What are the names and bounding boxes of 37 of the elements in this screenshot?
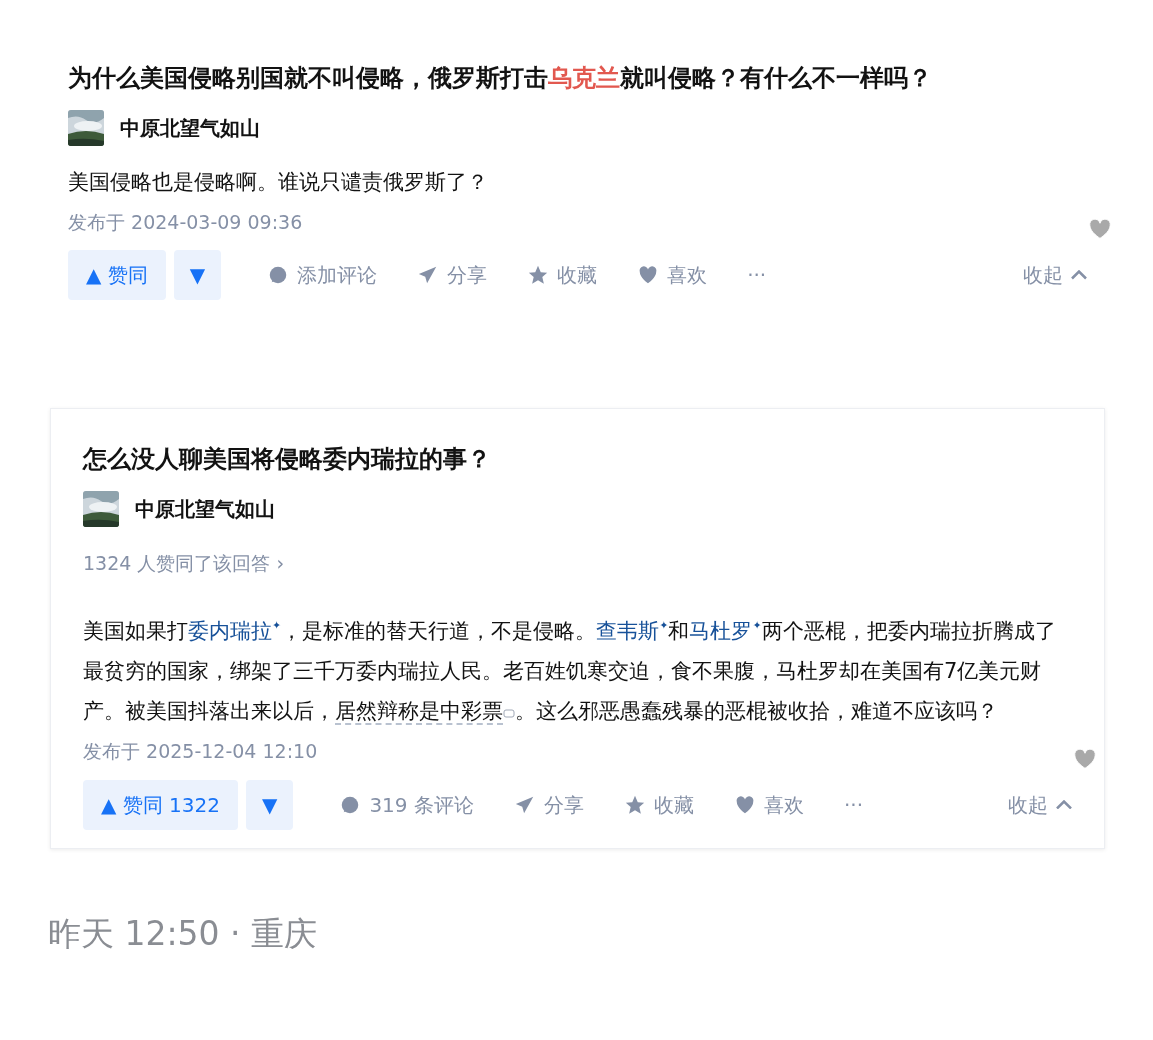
downvote-button[interactable]: ▼ — [173, 250, 222, 301]
upvote-button[interactable]: ▲ 赞同 1322 — [83, 779, 238, 830]
answer-text: 美国侵略也是侵略啊。谁说只谴责俄罗斯了？ — [68, 168, 489, 196]
comment-button[interactable]: 319 条评论 — [339, 789, 474, 820]
comment-button[interactable]: 添加评论 — [267, 260, 378, 291]
answer-text: 美国如果打委内瑞拉$^{✦}$，是标准的替天行道，不是侵略。查韦斯$^{✦}$和马杜罗$^{✦}$两个恶棍，把委内瑞拉折腾成了最贫穷的国家，绑架了三千万委内瑞拉人民。老百姓饥寒交迫，食不果腹，马杜罗却在美国有7亿美元财产。被美国抖落出来以后，居然辩称是中彩票 。这么邪恶愚蠢残暴的恶棍被收拾，难道不应该吗？ — [83, 618, 1057, 728]
author-name[interactable]: 中原北望气如山 — [120, 112, 260, 143]
publish-date: 发布于 2024-03-09 09:36 — [68, 209, 304, 235]
publish-date: 发布于 2025-12-04 12:10 — [83, 739, 319, 765]
topic-link[interactable]: 查韦斯$^{✦}$ — [596, 619, 669, 644]
chevron-up-icon — [1071, 270, 1087, 280]
collect-button[interactable]: 收藏 — [623, 789, 694, 820]
avatar[interactable] — [83, 490, 119, 527]
like-button[interactable]: 喜欢 — [733, 789, 804, 820]
speech-bubble-icon[interactable] — [503, 708, 515, 721]
chevron-up-icon — [1056, 799, 1072, 810]
avatar[interactable] — [68, 109, 104, 146]
author-name[interactable]: 中原北望气如山 — [135, 493, 275, 524]
more-button[interactable]: ··· — [843, 789, 863, 820]
upvote-count[interactable]: 1324 人赞同了该回答 › — [83, 548, 1072, 578]
topic-link[interactable]: 马杜罗$^{✦}$ — [689, 619, 762, 644]
floating-heart-icon[interactable] — [1089, 218, 1111, 241]
question-title[interactable]: 为什么美国侵略别国就不叫侵略，俄罗斯打击乌克兰就叫侵略？有什么不一样吗？ — [68, 62, 1087, 96]
downvote-button[interactable]: ▼ — [246, 779, 294, 830]
annotated-link[interactable]: 居然辩称是中彩票 — [335, 699, 503, 726]
question-title[interactable]: 怎么没人聊美国将侵略委内瑞拉的事？ — [83, 443, 1072, 477]
collapse-button[interactable]: 收起 — [1008, 789, 1072, 820]
topic-link[interactable]: 委内瑞拉$^{✦}$ — [188, 619, 282, 644]
floating-heart-icon[interactable] — [1074, 747, 1096, 770]
share-button[interactable]: 分享 — [417, 260, 488, 291]
post-time-location: 昨天 12:50 · 重庆 — [48, 912, 319, 955]
upvote-button[interactable]: ▲ 赞同 — [68, 250, 166, 301]
collect-button[interactable]: 收藏 — [527, 260, 598, 291]
collapse-button[interactable]: 收起 — [1023, 260, 1087, 291]
like-button[interactable]: 喜欢 — [637, 260, 708, 291]
more-button[interactable]: ··· — [747, 260, 767, 291]
share-button[interactable]: 分享 — [513, 789, 584, 820]
